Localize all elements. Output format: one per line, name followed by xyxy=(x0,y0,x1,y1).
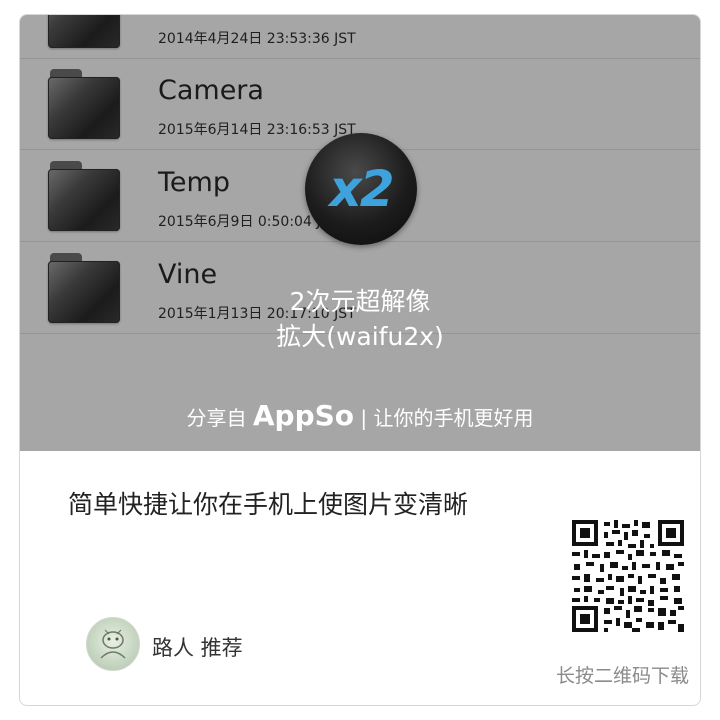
app-icon-label: x2 xyxy=(329,160,394,218)
qr-caption: 长按二维码下载 xyxy=(556,665,690,687)
file-name: Camera xyxy=(158,75,264,106)
folder-icon xyxy=(48,69,120,141)
brand-slogan: | 让你的手机更好用 xyxy=(360,406,534,430)
avatar-image xyxy=(100,629,126,659)
share-prefix: 分享自 xyxy=(186,406,247,430)
file-date: 2014年4月24日 23:53:36 JST xyxy=(158,31,356,47)
folder-icon xyxy=(48,161,120,233)
share-card: 2014年4月24日 23:53:36 JST Camera 2015年6月14… xyxy=(19,14,701,706)
folder-icon xyxy=(48,15,120,50)
app-title-line1: 2次元超解像 xyxy=(289,287,431,316)
app-icon: x2 xyxy=(305,133,417,245)
recommender-label: 路人 推荐 xyxy=(152,636,243,660)
file-row[interactable]: 2014年4月24日 23:53:36 JST xyxy=(20,15,700,59)
share-source: 分享自 AppSo | 让你的手机更好用 xyxy=(20,399,700,432)
file-name: Temp xyxy=(158,167,230,198)
app-screenshot-preview: 2014年4月24日 23:53:36 JST Camera 2015年6月14… xyxy=(20,15,700,451)
app-title-line2: 拡大(waifu2x) xyxy=(276,322,444,351)
avatar[interactable] xyxy=(86,617,140,671)
brand-name: AppSo xyxy=(252,399,355,432)
article-headline: 简单快捷让你在手机上使图片变清晰 xyxy=(68,490,469,519)
qr-code[interactable] xyxy=(570,518,686,634)
